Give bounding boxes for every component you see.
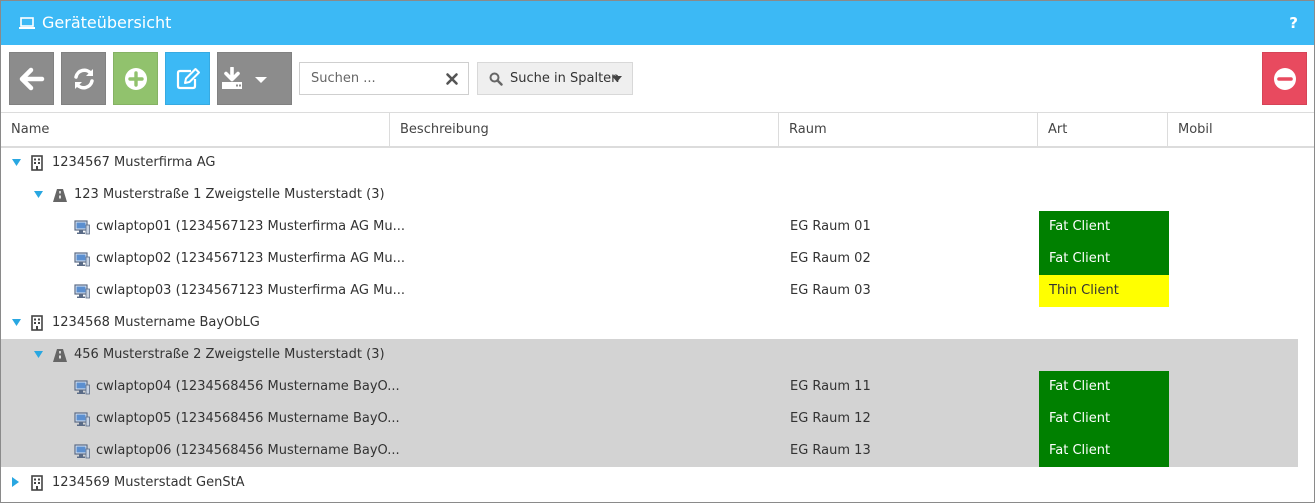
location-row[interactable]: 456 Musterstraße 2 Zweigstelle Mustersta… — [1, 339, 1298, 371]
computer-icon — [74, 412, 90, 427]
road-icon — [53, 189, 67, 202]
title-bar: Geräteübersicht ? — [1, 1, 1314, 45]
type-cell: Fat Client — [1039, 243, 1169, 275]
grid-header: Name Beschreibung Raum Art Mobil — [1, 112, 1314, 148]
caret-down-icon[interactable] — [12, 159, 21, 166]
row-label: cwlaptop04 (1234568456 Mustername BayO..… — [96, 379, 400, 394]
type-cell: Fat Client — [1039, 211, 1169, 243]
search-input[interactable] — [300, 63, 438, 94]
organization-row[interactable]: 1234567 Musterfirma AG — [1, 147, 1298, 179]
caret-down-icon — [612, 76, 622, 82]
column-header-description[interactable]: Beschreibung — [390, 113, 779, 146]
arrow-left-icon — [19, 67, 44, 90]
caret-down-icon[interactable] — [12, 319, 21, 326]
row-label: cwlaptop01 (1234567123 Musterfirma AG Mu… — [96, 219, 405, 234]
row-label: 1234569 Musterstadt GenStA — [52, 475, 245, 490]
clear-icon[interactable] — [445, 72, 459, 86]
location-row[interactable]: 123 Musterstraße 1 Zweigstelle Mustersta… — [1, 179, 1298, 211]
computer-icon — [74, 380, 90, 395]
column-header-mobile[interactable]: Mobil — [1168, 113, 1314, 146]
type-cell: Fat Client — [1039, 371, 1169, 403]
laptop-icon — [19, 17, 35, 29]
room-cell: EG Raum 11 — [790, 379, 871, 394]
building-icon — [31, 315, 43, 331]
device-row[interactable]: cwlaptop05 (1234568456 Mustername BayO..… — [1, 403, 1298, 435]
refresh-icon — [73, 68, 94, 89]
export-button[interactable] — [217, 52, 292, 105]
column-header-type[interactable]: Art — [1038, 113, 1168, 146]
caret-right-icon[interactable] — [12, 477, 19, 487]
road-icon — [53, 349, 67, 362]
search-icon — [489, 72, 503, 86]
device-row[interactable]: cwlaptop02 (1234567123 Musterfirma AG Mu… — [1, 243, 1298, 275]
add-button[interactable] — [113, 52, 158, 105]
device-overview-window: Geräteübersicht ? Suchen ... Suche in Sp… — [0, 0, 1315, 503]
column-search-label: Suche in Spalten — [510, 71, 620, 86]
computer-icon — [74, 220, 90, 235]
row-label: cwlaptop03 (1234567123 Musterfirma AG Mu… — [96, 283, 405, 298]
row-label: cwlaptop05 (1234568456 Mustername BayO..… — [96, 411, 400, 426]
edit-button[interactable] — [165, 52, 210, 105]
device-row[interactable]: cwlaptop03 (1234567123 Musterfirma AG Mu… — [1, 275, 1298, 307]
caret-down-icon[interactable] — [34, 191, 43, 198]
row-label: 1234568 Mustername BayObLG — [52, 315, 260, 330]
room-cell: EG Raum 12 — [790, 411, 871, 426]
column-search-dropdown[interactable]: Suche in Spalten — [477, 62, 633, 95]
edit-icon — [176, 67, 200, 89]
building-icon — [31, 475, 43, 491]
back-button[interactable] — [9, 52, 54, 105]
row-label: 1234567 Musterfirma AG — [52, 155, 216, 170]
building-icon — [31, 155, 43, 171]
row-label: cwlaptop06 (1234568456 Mustername BayO..… — [96, 443, 400, 458]
type-cell: Fat Client — [1039, 403, 1169, 435]
type-cell: Fat Client — [1039, 435, 1169, 467]
delete-button[interactable] — [1262, 52, 1307, 105]
room-cell: EG Raum 01 — [790, 219, 871, 234]
organization-row[interactable]: 1234569 Musterstadt GenStA — [1, 467, 1298, 499]
tree-grid-body: 1234567 Musterfirma AG 123 Musterstraße 1… — [1, 147, 1314, 502]
row-label: cwlaptop02 (1234567123 Musterfirma AG Mu… — [96, 251, 405, 266]
column-header-room[interactable]: Raum — [779, 113, 1038, 146]
computer-icon — [74, 284, 90, 299]
room-cell: EG Raum 13 — [790, 443, 871, 458]
search-field — [299, 62, 469, 95]
room-cell: EG Raum 02 — [790, 251, 871, 266]
caret-down-icon[interactable] — [34, 351, 43, 358]
window-title: Geräteübersicht — [42, 13, 172, 32]
refresh-button[interactable] — [61, 52, 106, 105]
organization-row[interactable]: 1234568 Mustername BayObLG — [1, 307, 1298, 339]
help-button[interactable]: ? — [1289, 13, 1298, 33]
download-icon — [222, 66, 267, 89]
row-label: 123 Musterstraße 1 Zweigstelle Mustersta… — [74, 187, 385, 202]
device-row[interactable]: cwlaptop04 (1234568456 Mustername BayO..… — [1, 371, 1298, 403]
plus-circle-icon — [124, 67, 147, 90]
column-header-name[interactable]: Name — [1, 113, 390, 146]
computer-icon — [74, 252, 90, 267]
type-cell: Thin Client — [1039, 275, 1169, 307]
device-row[interactable]: cwlaptop06 (1234568456 Mustername BayO..… — [1, 435, 1298, 467]
room-cell: EG Raum 03 — [790, 283, 871, 298]
minus-circle-icon — [1273, 67, 1296, 90]
row-label: 456 Musterstraße 2 Zweigstelle Mustersta… — [74, 347, 385, 362]
device-row[interactable]: cwlaptop01 (1234567123 Musterfirma AG Mu… — [1, 211, 1298, 243]
toolbar: Suche in Spalten — [1, 45, 1314, 112]
computer-icon — [74, 444, 90, 459]
